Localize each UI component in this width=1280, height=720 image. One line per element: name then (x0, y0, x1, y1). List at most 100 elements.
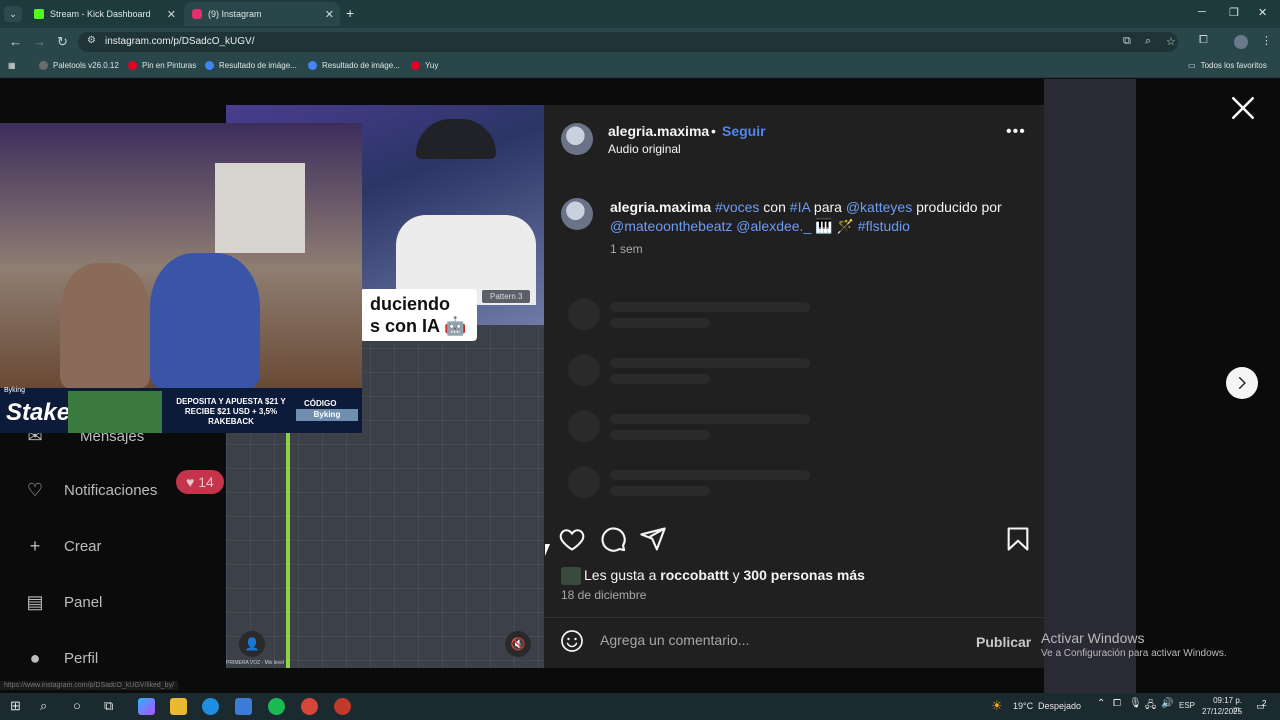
bookmark-yuy[interactable]: Yuy (411, 61, 438, 70)
url-text[interactable]: instagram.com/p/DSadcO_kUGV/ (105, 36, 255, 47)
address-bar-row: ← → ↻ ⚙ instagram.com/p/DSadcO_kUGV/ ⧉ ⌕… (0, 28, 1280, 56)
windows-taskbar: ⊞ ⌕ ○ ⧉ ☀ 19°C Despejado ⌃ ⧠ 🎙 🖧 🔊 ESP 0… (0, 693, 1280, 720)
install-app-icon[interactable]: ⧉ (1123, 35, 1131, 48)
weather-temperature[interactable]: 19°C (1013, 701, 1033, 711)
close-tab-icon[interactable]: ✕ (325, 8, 334, 21)
tagged-users-button[interactable]: 👤 (239, 631, 265, 657)
microphone-icon[interactable]: 🎙 (1129, 698, 1142, 709)
author-avatar[interactable] (561, 123, 593, 155)
pinterest-icon (411, 61, 420, 70)
language-indicator[interactable]: ESP (1179, 701, 1195, 710)
more-options-icon[interactable]: ••• (1006, 123, 1026, 141)
streamer-label: Byking (4, 387, 26, 394)
restore-icon[interactable]: ❐ (1229, 6, 1239, 19)
video-playhead (286, 433, 290, 668)
spotify-icon[interactable] (268, 698, 285, 715)
publish-button[interactable]: Publicar (976, 634, 1031, 650)
notification-center-icon[interactable]: ▭ 2 (1252, 698, 1269, 715)
windows-activation-title: Activar Windows (1041, 630, 1145, 646)
instagram-sidebar: ✉ Mensajes ♡ Notificaciones + Crear ▤ Pa… (0, 426, 226, 693)
new-tab-button[interactable]: + (346, 5, 354, 21)
audio-label[interactable]: Audio original (608, 142, 681, 156)
share-icon[interactable] (639, 525, 667, 553)
instagram-page: ✉ Mensajes ♡ Notificaciones + Crear ▤ Pa… (0, 79, 1280, 693)
back-icon[interactable]: ← (9, 34, 22, 49)
follow-button[interactable]: Seguir (722, 123, 766, 139)
bookmark-paletools[interactable]: Paletools v26.0.12 (39, 61, 119, 70)
code-value: Byking (296, 409, 358, 421)
tab-search-button[interactable]: ⌄ (4, 6, 22, 22)
tray-app-icon[interactable]: ⧠ (1113, 698, 1121, 709)
clock-date[interactable]: 27/12/2025 (1202, 707, 1242, 716)
apps-grid-icon[interactable]: ▦ (8, 61, 16, 70)
profile-avatar[interactable] (1234, 35, 1248, 49)
search-icon[interactable]: ⌕ (40, 698, 47, 714)
instagram-favicon-icon (192, 9, 202, 19)
likes-summary[interactable]: Les gusta a roccobattt y 300 personas má… (584, 567, 865, 583)
sidebar-item-crear[interactable]: + Crear (22, 533, 102, 559)
caption-time: 1 sem (610, 242, 643, 256)
chevron-up-icon[interactable]: ⌃ (1097, 698, 1105, 709)
sidebar-item-notificaciones[interactable]: ♡ Notificaciones (22, 477, 157, 503)
stake-logo: Stake (6, 399, 71, 426)
tab-instagram[interactable]: (9) Instagram ✕ (184, 2, 340, 26)
heart-icon: ♡ (26, 479, 44, 500)
app-icon[interactable] (334, 698, 351, 715)
webcam-window (215, 163, 305, 253)
notification-badge: ♥ 14 (176, 470, 224, 494)
sidebar-item-panel[interactable]: ▤ Panel (22, 589, 102, 615)
google-icon (205, 61, 214, 70)
site-info-icon[interactable]: ⚙ (87, 35, 96, 46)
weather-icon[interactable]: ☀ (991, 698, 1003, 714)
chevron-right-icon (1238, 377, 1246, 389)
windows-start-icon[interactable]: ⊞ (10, 698, 21, 714)
windows-activation-subtitle: Ve a Configuración para activar Windows. (1041, 648, 1227, 659)
comment-input[interactable] (600, 632, 950, 648)
mouse-cursor (545, 544, 550, 556)
emoji-icon[interactable] (560, 629, 584, 653)
caption-avatar[interactable] (561, 198, 593, 230)
omnibox[interactable]: ⚙ instagram.com/p/DSadcO_kUGV/ ⧉ ⌕ ☆ (78, 32, 1178, 52)
reload-icon[interactable]: ↻ (57, 34, 68, 50)
author-username[interactable]: alegria.maxima (608, 123, 709, 139)
close-tab-icon[interactable]: ✕ (167, 8, 176, 21)
cortana-icon[interactable]: ○ (73, 698, 81, 713)
edge-icon[interactable] (202, 698, 219, 715)
close-window-icon[interactable]: ✕ (1258, 6, 1267, 19)
extensions-icon[interactable]: ⧠ (1199, 34, 1208, 47)
forward-icon[interactable]: → (33, 34, 46, 49)
sidebar-item-perfil[interactable]: ● Perfil (22, 645, 99, 671)
liker-avatar[interactable] (561, 567, 581, 585)
background-feed (1044, 79, 1136, 693)
comment-icon[interactable] (599, 525, 627, 553)
weather-text[interactable]: Despejado (1038, 701, 1081, 711)
tab-label: Stream - Kick Dashboard (50, 9, 151, 19)
volume-icon[interactable]: 🔊 (1161, 698, 1173, 709)
menu-dots-icon[interactable]: ⋮ (1261, 34, 1272, 47)
file-explorer-icon[interactable] (170, 698, 187, 715)
bookmark-favicon-icon (39, 61, 48, 70)
minimize-icon[interactable]: ─ (1198, 6, 1206, 18)
next-post-button[interactable] (1226, 367, 1258, 399)
browser-tab-bar: ⌄ Stream - Kick Dashboard ✕ (9) Instagra… (0, 0, 1280, 28)
post-date: 18 de diciembre (561, 588, 647, 602)
close-icon[interactable] (1230, 95, 1256, 121)
tab-kick-dashboard[interactable]: Stream - Kick Dashboard ✕ (26, 2, 182, 26)
chrome-icon[interactable] (301, 698, 318, 715)
mute-button[interactable]: 🔇 (505, 631, 531, 657)
all-bookmarks[interactable]: ▭ Todos los favoritos (1188, 61, 1267, 70)
bookmark-pin-pinturas[interactable]: Pin en Pinturas (128, 61, 196, 70)
network-icon[interactable]: 🖧 (1145, 698, 1156, 715)
copilot-icon[interactable] (138, 698, 155, 715)
bookmark-star-icon[interactable]: ☆ (1166, 35, 1176, 48)
webcam-person-2 (150, 253, 260, 388)
pinterest-icon (128, 61, 137, 70)
bookmark-resultado-2[interactable]: Resultado de imáge... (308, 61, 400, 70)
like-heart-icon[interactable] (558, 525, 586, 553)
bookmark-resultado-1[interactable]: Resultado de imáge... (205, 61, 297, 70)
zoom-icon[interactable]: ⌕ (1145, 35, 1151, 48)
stream-webcam-overlay: Byking Stake DEPOSITA Y APUESTA $21 Y RE… (0, 123, 362, 433)
task-view-icon[interactable]: ⧉ (104, 698, 113, 714)
save-bookmark-icon[interactable] (1004, 525, 1032, 553)
store-icon[interactable] (235, 698, 252, 715)
